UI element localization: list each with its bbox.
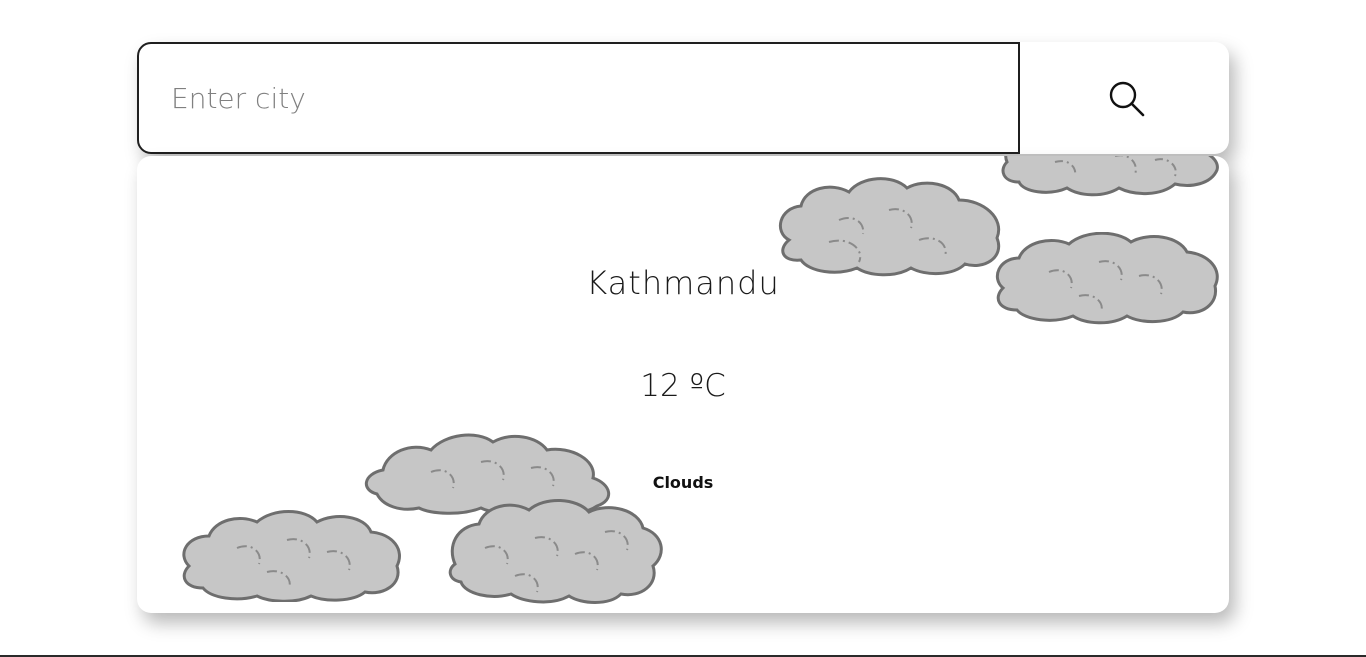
cloud-icon xyxy=(1001,156,1219,197)
temperature: 12 ºC xyxy=(640,368,726,404)
cloud-icon xyxy=(448,498,663,604)
search-bar xyxy=(137,42,1229,154)
cloud-icon xyxy=(182,510,401,602)
weather-card: Kathmandu 12 ºC Clouds xyxy=(137,156,1229,613)
search-icon xyxy=(1109,81,1145,117)
city-search-input[interactable] xyxy=(137,42,1020,154)
city-name: Kathmandu xyxy=(586,264,780,302)
weather-app: Kathmandu 12 ºC Clouds xyxy=(0,0,1366,657)
search-button[interactable] xyxy=(1020,42,1229,154)
weather-condition: Clouds xyxy=(652,473,714,492)
